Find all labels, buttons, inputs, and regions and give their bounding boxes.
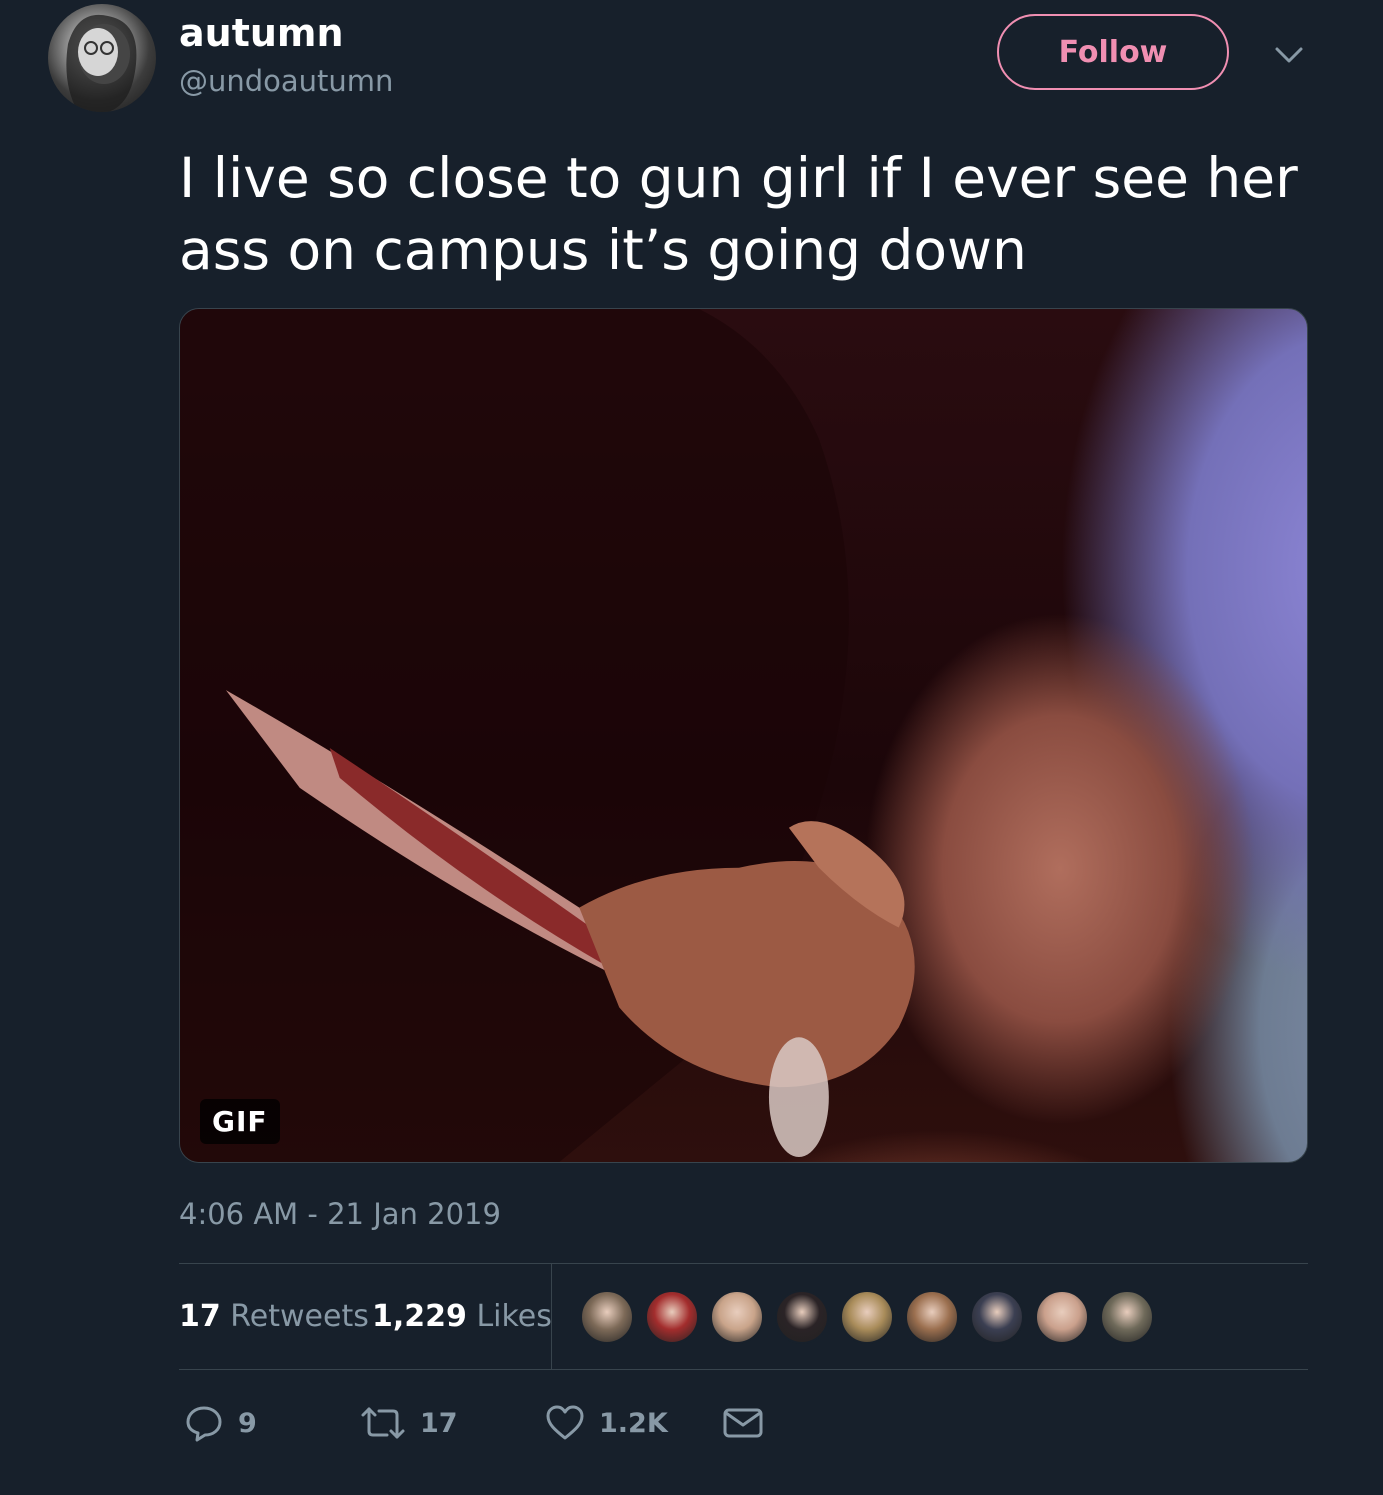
liker-avatar-1[interactable]: [580, 1290, 634, 1344]
gif-badge: GIF: [200, 1099, 280, 1144]
retweets-label: Retweets: [230, 1299, 369, 1334]
heart-icon: [546, 1405, 584, 1440]
envelope-icon: [723, 1408, 763, 1438]
reply-button[interactable]: 9: [184, 1400, 257, 1446]
divider: [179, 1263, 1308, 1264]
display-name[interactable]: autumn: [179, 10, 344, 56]
tweet-media-gif[interactable]: GIF: [179, 308, 1308, 1163]
stats-divider: [551, 1264, 552, 1369]
tweet-text: I live so close to gun girl if I ever se…: [179, 146, 1298, 282]
retweet-icon: [361, 1407, 405, 1439]
likes-count: 1,229: [372, 1299, 467, 1334]
user-handle[interactable]: @undoautumn: [179, 62, 393, 100]
liker-avatar-5[interactable]: [840, 1290, 894, 1344]
retweets-count: 17: [179, 1299, 221, 1334]
like-button[interactable]: 1.2K: [545, 1400, 668, 1446]
direct-message-button[interactable]: [722, 1400, 764, 1446]
chevron-down-icon[interactable]: [1271, 40, 1307, 70]
liker-avatar-4[interactable]: [775, 1290, 829, 1344]
liker-avatar-9[interactable]: [1100, 1290, 1154, 1344]
gif-frame-image: [180, 309, 915, 1162]
liker-avatar-3[interactable]: [710, 1290, 764, 1344]
liker-avatar-6[interactable]: [905, 1290, 959, 1344]
likes-stat[interactable]: 1,229 Likes: [372, 1297, 552, 1337]
like-count: 1.2K: [599, 1407, 668, 1439]
tweet-timestamp[interactable]: 4:06 AM - 21 Jan 2019: [179, 1194, 501, 1234]
liker-avatar-2[interactable]: [645, 1290, 699, 1344]
retweet-count: 17: [420, 1407, 458, 1439]
divider: [179, 1369, 1308, 1370]
follow-button[interactable]: Follow: [997, 14, 1229, 90]
likes-label: Likes: [476, 1299, 552, 1334]
retweet-button[interactable]: 17: [360, 1400, 458, 1446]
retweets-stat[interactable]: 17 Retweets: [179, 1297, 369, 1337]
reply-count: 9: [238, 1407, 257, 1439]
avatar-photo: [66, 14, 137, 112]
liker-avatar-8[interactable]: [1035, 1290, 1089, 1344]
liker-avatar-7[interactable]: [970, 1290, 1024, 1344]
reply-icon: [186, 1406, 222, 1442]
user-avatar[interactable]: [48, 4, 156, 112]
